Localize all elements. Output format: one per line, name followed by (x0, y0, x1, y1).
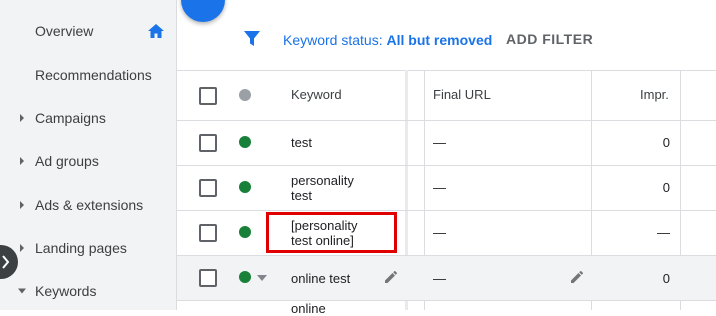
sidebar-item-ad-groups[interactable]: Ad groups (0, 141, 176, 181)
row-checkbox[interactable] (199, 134, 217, 152)
chevron-right-icon (20, 157, 24, 165)
sidebar-item-label: Overview (35, 23, 94, 39)
impr-cell: 0 (662, 180, 670, 195)
row-checkbox[interactable] (199, 224, 217, 242)
sidebar-item-label: Ads & extensions (35, 197, 144, 213)
chevron-right-icon (20, 201, 24, 209)
sidebar: Overview Recommendations Campaigns Ad gr… (0, 0, 177, 310)
final-url-cell: — (433, 225, 446, 240)
sidebar-item-ads-extensions[interactable]: Ads & extensions (0, 185, 176, 225)
divider (177, 210, 716, 211)
final-url-cell: — (433, 271, 446, 286)
keyword-line: test (291, 188, 312, 203)
divider (177, 300, 716, 301)
chevron-down-icon (18, 288, 26, 294)
keyword-cell[interactable]: online test (291, 271, 350, 286)
keyword-status-label: Keyword status: (283, 32, 387, 48)
status-dropdown-icon[interactable] (257, 275, 267, 281)
divider (177, 120, 716, 121)
keyword-status-value: All but removed (386, 32, 493, 48)
chevron-right-icon (20, 244, 24, 252)
status-dot (239, 181, 251, 193)
final-url-cell: — (433, 135, 446, 150)
filter-icon[interactable] (243, 30, 261, 48)
highlight-box (266, 212, 397, 253)
pencil-icon[interactable] (569, 269, 585, 285)
add-filter-button[interactable]: ADD FILTER (506, 31, 593, 47)
row-checkbox[interactable] (199, 179, 217, 197)
divider (177, 70, 716, 71)
impr-cell: — (657, 225, 670, 240)
sidebar-item-keywords[interactable]: Keywords (0, 271, 176, 311)
sidebar-item-label: Keywords (35, 283, 97, 299)
sidebar-item-label: Campaigns (35, 110, 106, 126)
chevron-right-icon (20, 114, 24, 122)
keyword-cell[interactable]: personality test (291, 173, 354, 203)
impr-cell: 0 (662, 271, 670, 286)
sidebar-item-label: Landing pages (35, 240, 127, 256)
sidebar-item-recommendations[interactable]: Recommendations (0, 55, 176, 95)
keyword-status-filter[interactable]: Keyword status: All but removed (283, 32, 492, 48)
keyword-line: personality (291, 173, 354, 188)
add-button[interactable] (181, 0, 225, 22)
select-all-checkbox[interactable] (199, 87, 217, 105)
sidebar-item-campaigns[interactable]: Campaigns (0, 98, 176, 138)
keyword-cell[interactable]: test (291, 135, 312, 150)
sidebar-item-label: Ad groups (35, 153, 99, 169)
sidebar-item-landing-pages[interactable]: Landing pages (0, 228, 176, 268)
column-header-keyword[interactable]: Keyword (291, 87, 342, 102)
sidebar-item-overview[interactable]: Overview (0, 11, 176, 51)
status-dot (239, 226, 251, 238)
impr-cell: 0 (662, 135, 670, 150)
sidebar-item-label: Recommendations (35, 67, 152, 83)
home-icon (148, 24, 164, 38)
keyword-cell[interactable]: online (291, 301, 326, 316)
status-dot (239, 271, 251, 283)
column-header-impr[interactable]: Impr. (640, 87, 669, 102)
divider (177, 165, 716, 166)
column-header-final-url[interactable]: Final URL (433, 87, 491, 102)
chevron-right-icon (2, 255, 10, 269)
status-dot (239, 136, 251, 148)
keywords-table: Keyword Final URL Impr. test — 0 persona… (177, 70, 716, 316)
pencil-icon[interactable] (383, 269, 399, 285)
final-url-cell: — (433, 180, 446, 195)
row-checkbox[interactable] (199, 269, 217, 287)
status-column-icon (239, 89, 251, 101)
